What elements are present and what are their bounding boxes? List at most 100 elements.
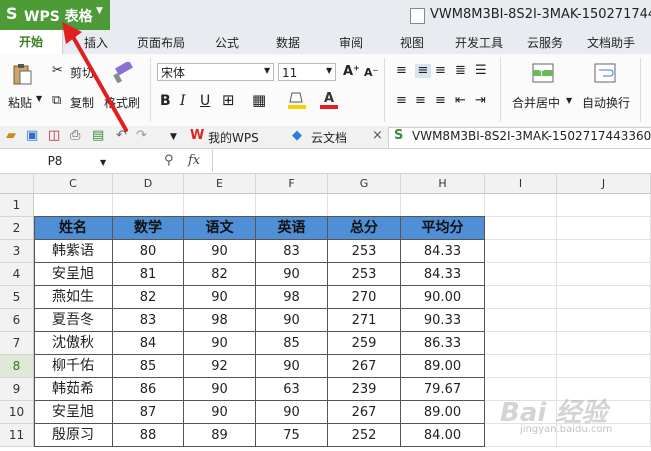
row-header[interactable]: 4 bbox=[0, 263, 34, 286]
grid-cell[interactable] bbox=[485, 194, 557, 217]
row-header[interactable]: 10 bbox=[0, 401, 34, 424]
table-cell[interactable]: 90 bbox=[256, 263, 328, 286]
table-header-cell[interactable]: 数学 bbox=[113, 217, 184, 240]
paste-icon[interactable] bbox=[12, 62, 32, 86]
table-cell[interactable]: 89.00 bbox=[401, 401, 485, 424]
function-icon[interactable]: fx bbox=[188, 154, 200, 168]
grid-cell[interactable] bbox=[113, 194, 184, 217]
table-cell[interactable]: 75 bbox=[256, 424, 328, 447]
fill-color-icon[interactable] bbox=[288, 90, 306, 110]
table-header-cell[interactable]: 平均分 bbox=[401, 217, 485, 240]
table-header-cell[interactable]: 语文 bbox=[184, 217, 256, 240]
justify-icon[interactable]: ≣ bbox=[455, 64, 466, 78]
table-cell[interactable]: 90 bbox=[184, 378, 256, 401]
table-header-cell[interactable]: 英语 bbox=[256, 217, 328, 240]
table-cell[interactable]: 安呈旭 bbox=[34, 401, 113, 424]
table-cell[interactable]: 86 bbox=[113, 378, 184, 401]
tab-cloud-service[interactable]: 云服务 bbox=[527, 34, 563, 51]
table-cell[interactable]: 殷原习 bbox=[34, 424, 113, 447]
grid-cell[interactable] bbox=[557, 309, 651, 332]
grid-cell[interactable] bbox=[557, 194, 651, 217]
indent-decrease-icon[interactable]: ⇤ bbox=[455, 94, 466, 108]
table-cell[interactable]: 83 bbox=[256, 240, 328, 263]
table-cell[interactable]: 79.67 bbox=[401, 378, 485, 401]
open-folder-icon[interactable]: ▰ bbox=[6, 129, 16, 143]
grid-cell[interactable] bbox=[485, 217, 557, 240]
formula-input[interactable] bbox=[212, 150, 651, 172]
align-left-icon[interactable]: ≡ bbox=[396, 94, 407, 108]
grid-cell[interactable] bbox=[557, 263, 651, 286]
table-cell[interactable]: 90 bbox=[184, 286, 256, 309]
row-header[interactable]: 11 bbox=[0, 424, 34, 447]
increase-font-icon[interactable]: A⁺ bbox=[343, 65, 360, 79]
row-header[interactable]: 8 bbox=[0, 355, 34, 378]
grid-cell[interactable] bbox=[557, 217, 651, 240]
row-header[interactable]: 5 bbox=[0, 286, 34, 309]
column-header-c[interactable]: C bbox=[34, 174, 113, 194]
table-cell[interactable]: 252 bbox=[328, 424, 401, 447]
border-icon[interactable]: ⊞ bbox=[222, 93, 235, 108]
grid-cell[interactable] bbox=[485, 355, 557, 378]
paste-button[interactable]: 粘贴 bbox=[8, 94, 32, 111]
table-cell[interactable]: 267 bbox=[328, 355, 401, 378]
row-header[interactable]: 2 bbox=[0, 217, 34, 240]
row-header[interactable]: 3 bbox=[0, 240, 34, 263]
row-header[interactable]: 9 bbox=[0, 378, 34, 401]
column-header-d[interactable]: D bbox=[113, 174, 184, 194]
table-cell[interactable]: 84 bbox=[113, 332, 184, 355]
chevron-down-icon[interactable]: ▼ bbox=[264, 66, 270, 75]
column-header-i[interactable]: I bbox=[485, 174, 557, 194]
align-center-icon[interactable]: ≡ bbox=[415, 94, 426, 108]
grid-cell[interactable] bbox=[557, 332, 651, 355]
align-bottom-icon[interactable]: ≡ bbox=[435, 64, 446, 78]
tab-my-wps[interactable]: 我的WPS bbox=[208, 129, 259, 146]
column-header-f[interactable]: F bbox=[256, 174, 328, 194]
table-cell[interactable]: 90 bbox=[256, 401, 328, 424]
table-cell[interactable]: 88 bbox=[113, 424, 184, 447]
chevron-down-icon[interactable]: ▼ bbox=[100, 156, 106, 170]
search-icon[interactable]: ⚲ bbox=[164, 154, 174, 168]
table-cell[interactable]: 92 bbox=[184, 355, 256, 378]
column-header-j[interactable]: J bbox=[557, 174, 651, 194]
align-middle-icon[interactable]: ≡ bbox=[415, 64, 431, 78]
table-cell[interactable]: 82 bbox=[184, 263, 256, 286]
grid-cell[interactable] bbox=[485, 263, 557, 286]
table-cell[interactable]: 81 bbox=[113, 263, 184, 286]
close-icon[interactable]: × bbox=[372, 129, 383, 143]
table-header-cell[interactable]: 总分 bbox=[328, 217, 401, 240]
table-cell[interactable]: 韩紫语 bbox=[34, 240, 113, 263]
chevron-down-icon[interactable]: ▼ bbox=[96, 6, 103, 16]
table-cell[interactable]: 80 bbox=[113, 240, 184, 263]
column-header-g[interactable]: G bbox=[328, 174, 401, 194]
grid-cell[interactable] bbox=[184, 194, 256, 217]
italic-icon[interactable]: I bbox=[180, 94, 186, 108]
table-cell[interactable]: 87 bbox=[113, 401, 184, 424]
table-cell[interactable]: 271 bbox=[328, 309, 401, 332]
table-cell[interactable]: 98 bbox=[184, 309, 256, 332]
table-cell[interactable]: 90 bbox=[184, 240, 256, 263]
indent-increase-icon[interactable]: ⇥ bbox=[475, 94, 486, 108]
table-cell[interactable]: 83 bbox=[113, 309, 184, 332]
merge-center-icon[interactable]: T bbox=[532, 62, 554, 84]
row-header[interactable]: 1 bbox=[0, 194, 34, 217]
table-cell[interactable]: 253 bbox=[328, 240, 401, 263]
grid-cell[interactable] bbox=[557, 355, 651, 378]
grid-cell[interactable] bbox=[557, 286, 651, 309]
tab-page-layout[interactable]: 页面布局 bbox=[137, 34, 185, 51]
table-cell[interactable]: 98 bbox=[256, 286, 328, 309]
tab-doc-assistant[interactable]: 文档助手 bbox=[587, 34, 635, 51]
grid-cell[interactable] bbox=[401, 194, 485, 217]
export-pdf-icon[interactable]: ◫ bbox=[48, 129, 60, 143]
wrap-text-icon[interactable] bbox=[594, 62, 616, 84]
table-cell[interactable]: 柳千佑 bbox=[34, 355, 113, 378]
chevron-down-icon[interactable]: ▼ bbox=[566, 96, 572, 105]
table-cell[interactable]: 90.33 bbox=[401, 309, 485, 332]
grid-cell[interactable] bbox=[256, 194, 328, 217]
table-cell[interactable]: 270 bbox=[328, 286, 401, 309]
tab-view[interactable]: 视图 bbox=[400, 34, 424, 51]
table-cell[interactable]: 89 bbox=[184, 424, 256, 447]
row-header[interactable]: 6 bbox=[0, 309, 34, 332]
chevron-down-icon[interactable]: ▼ bbox=[36, 94, 42, 103]
column-header-h[interactable]: H bbox=[401, 174, 485, 194]
cell-format-icon[interactable]: ▦ bbox=[252, 93, 266, 108]
